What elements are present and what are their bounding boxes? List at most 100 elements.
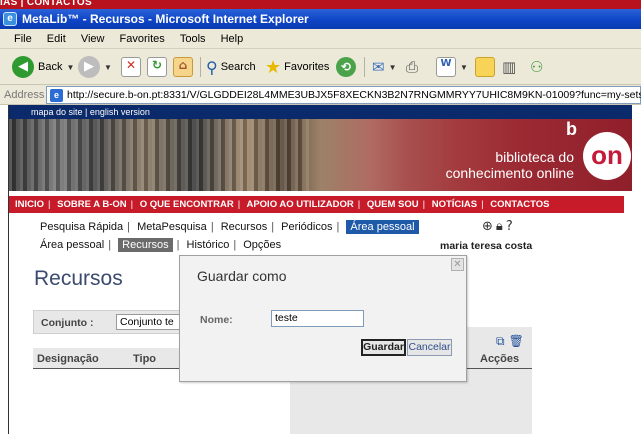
folder-icon [475,57,495,77]
refresh-icon: ↻ [147,57,167,77]
menu-view[interactable]: View [81,33,105,45]
logo-text: biblioteca do conhecimento online [439,149,574,181]
window-title: MetaLib™ - Recursos - Microsoft Internet… [22,12,309,26]
back-button[interactable]: ◀ Back ▼ [12,55,74,79]
mail-icon: ✉ [372,58,385,76]
edit-button[interactable]: W ▼ [436,55,468,79]
toolbar-separator [200,57,201,77]
save-button[interactable]: Guardar [361,339,406,356]
research-button[interactable]: ▥ [502,55,516,79]
forward-button[interactable]: ▶ ▼ [78,55,112,79]
menu-tools[interactable]: Tools [180,33,206,45]
menu-favorites[interactable]: Favorites [120,33,165,45]
history-icon: ⟲ [336,57,356,77]
main-navbar: INICIO | SOBRE A B-ON | O QUE ENCONTRAR | A… [9,196,624,213]
column-accoes: Acções [480,353,520,365]
help-icon[interactable]: ? [506,219,516,234]
user-name: maria teresa costa [440,240,533,252]
nav-sobre[interactable]: SOBRE A B-ON [57,199,127,210]
dialog-title: Guardar como [197,268,287,284]
discuss-button[interactable] [475,55,495,79]
globe-icon[interactable]: ⊕ [482,219,496,234]
lock-icon[interactable]: 🔒︎ [496,219,506,234]
address-label: Address [4,89,45,101]
subtab-recursos[interactable]: Recursos [118,238,173,252]
utility-icons: ⊕🔒︎? [482,219,516,234]
name-label: Nome: [200,314,233,326]
nav-o-que-encontrar[interactable]: O QUE ENCONTRAR [140,199,234,210]
conjunto-selector: Conjunto : Conjunto te [33,310,193,334]
search-button[interactable]: ⚲ Search [206,55,256,79]
trash-icon[interactable]: 🗑︎ [509,334,528,348]
edit-dropdown-icon[interactable]: ▼ [460,63,468,72]
logo-letter: b [566,119,577,139]
menu-edit[interactable]: Edit [47,33,66,45]
subtab-historico[interactable]: Histórico [187,239,230,251]
messenger-icon: ⚇ [530,58,544,76]
menu-file[interactable]: File [14,33,32,45]
logo-line1: biblioteca do [495,149,574,165]
mail-dropdown-icon[interactable]: ▼ [389,63,397,72]
secondary-subnav: Área pessoal | Recursos | Histórico | Opçõe… [40,238,282,252]
back-label: Back [38,61,63,73]
forward-dropdown-icon[interactable]: ▼ [104,63,112,72]
address-url: http://secure.b-on.pt:8331/V/GLGDDEI28L4… [67,89,641,101]
toolbar-separator [364,57,365,77]
search-icon: ⚲ [206,57,218,77]
tab-pesquisa-rapida[interactable]: Pesquisa Rápida [40,221,123,233]
nav-inicio[interactable]: INICIO [15,199,44,210]
nav-quem-sou[interactable]: QUEM SOU [367,199,419,210]
research-books-icon: ▥ [502,58,517,76]
subtab-area-pessoal[interactable]: Área pessoal [40,239,104,251]
back-dropdown-icon[interactable]: ▼ [66,63,74,72]
tab-recursos[interactable]: Recursos [221,221,267,233]
nav-apoio[interactable]: APOIO AO UTILIZADOR [246,199,353,210]
back-arrow-icon: ◀ [12,56,34,78]
print-button[interactable]: ⎙ [406,55,418,79]
logo-line2: conhecimento online [445,165,574,181]
mail-button[interactable]: ✉ ▼ [372,55,397,79]
address-input[interactable]: e http://secure.b-on.pt:8331/V/GLGDDEI28… [46,86,641,104]
subtab-opcoes[interactable]: Opções [243,239,281,251]
site-links[interactable]: mapa do site | english version [31,107,150,117]
print-icon: ⎙ [406,58,419,76]
browser-toolbar: ◀ Back ▼ ▶ ▼ ✕ ↻ ⌂ ⚲ Search ★ Favorites … [0,49,641,85]
tab-periodicos[interactable]: Periódicos [281,221,332,233]
name-input[interactable]: teste [271,310,364,327]
favorites-button[interactable]: ★ Favorites [265,55,329,79]
history-button[interactable]: ⟲ [336,55,356,79]
column-designacao: Designação [37,353,99,365]
edit-document-icon: W [436,57,456,77]
background-strip-text: IAS | CONTACTOS [0,0,92,8]
site-banner: mapa do site | english version b bibliot… [9,105,632,191]
page-title: Recursos [34,267,123,290]
ie-app-icon: e [3,12,17,26]
conjunto-label: Conjunto : [41,317,94,329]
stop-icon: ✕ [121,57,141,77]
messenger-button[interactable]: ⚇ [530,55,543,79]
window-titlebar: e MetaLib™ - Recursos - Microsoft Intern… [0,9,641,29]
address-bar: Address e http://secure.b-on.pt:8331/V/G… [0,85,641,105]
favorites-label: Favorites [284,61,330,73]
refresh-button[interactable]: ↻ [147,55,167,79]
stop-button[interactable]: ✕ [121,55,141,79]
home-icon: ⌂ [173,57,193,77]
menu-help[interactable]: Help [221,33,244,45]
home-button[interactable]: ⌂ [173,55,193,79]
favorites-star-icon: ★ [265,56,282,78]
search-label: Search [220,61,256,73]
primary-subnav: Pesquisa Rápida | MetaPesquisa | Recursos |… [40,220,419,234]
background-page-strip: IAS | CONTACTOS [0,0,641,9]
save-as-dialog: Guardar como ✕ Nome: teste Guardar Cance… [179,255,467,382]
copy-icon[interactable]: ⧉ [496,334,509,348]
nav-contactos[interactable]: CONTACTOS [490,199,549,210]
cancel-button[interactable]: Cancelar [407,339,452,356]
close-icon[interactable]: ✕ [451,258,464,271]
tab-metapesquisa[interactable]: MetaPesquisa [137,221,207,233]
b-on-logo[interactable]: on [583,132,631,180]
forward-arrow-icon: ▶ [78,56,100,78]
nav-noticias[interactable]: NOTÍCIAS [432,199,477,210]
column-tipo: Tipo [133,353,157,365]
page-icon: e [50,89,63,102]
tab-area-pessoal[interactable]: Área pessoal [346,220,419,234]
